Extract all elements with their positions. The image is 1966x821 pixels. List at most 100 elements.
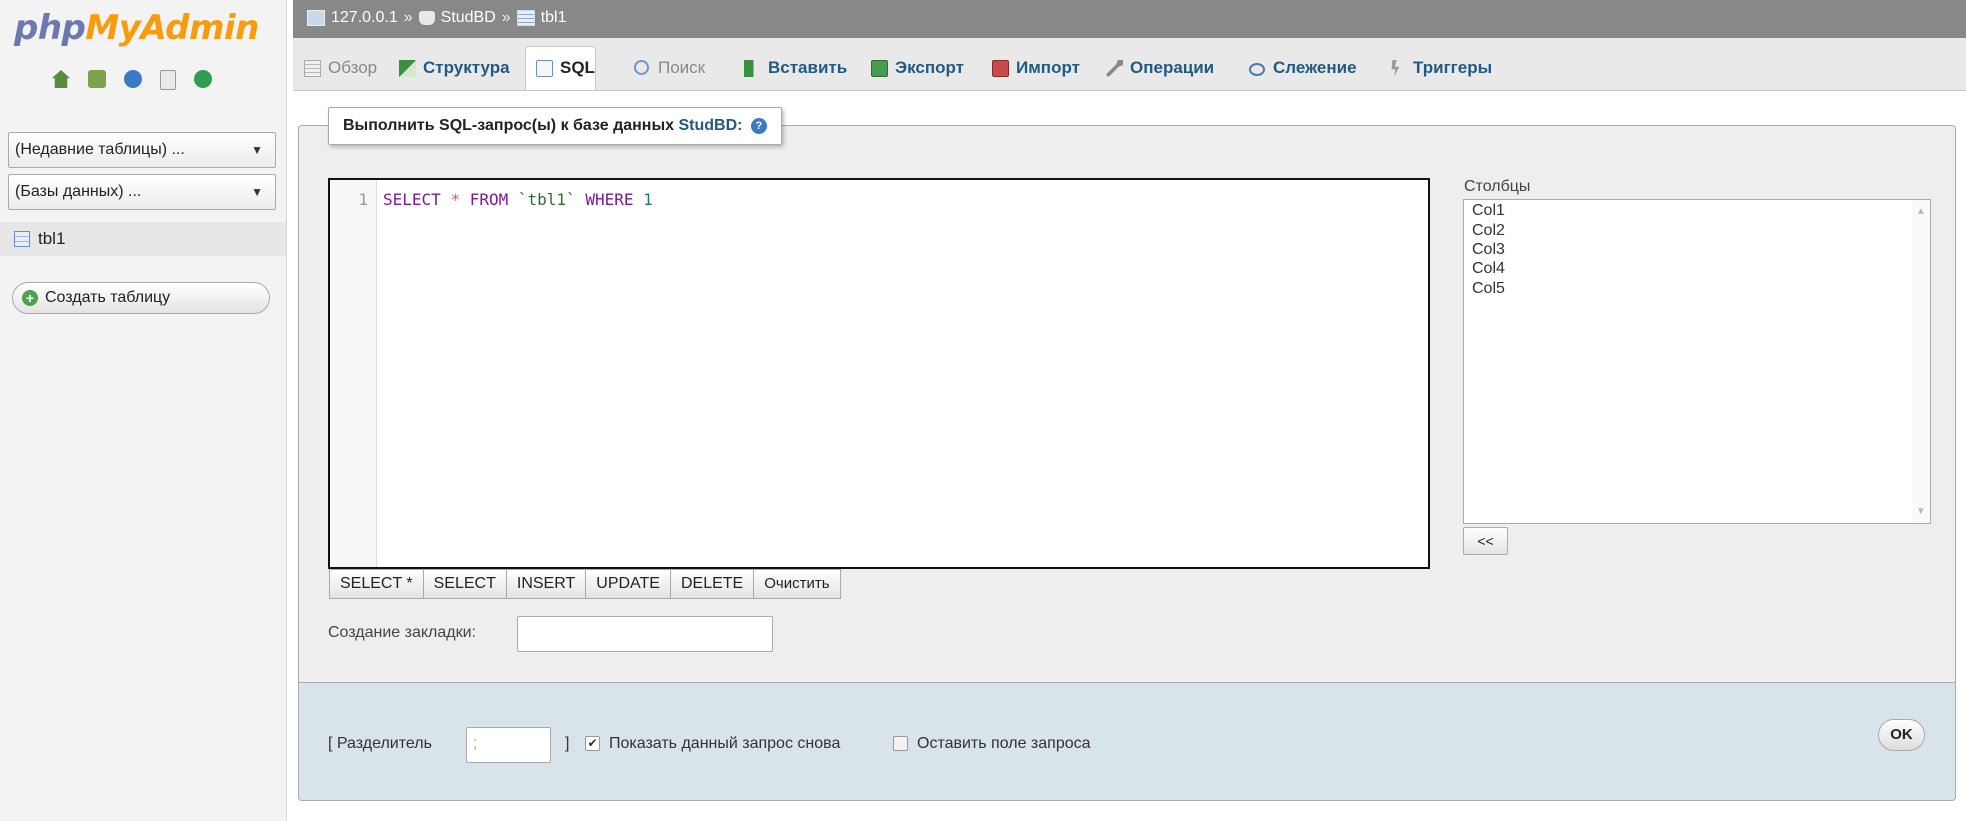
columns-list[interactable]: Col1 Col2 Col3 Col4 Col5 ▲ ▼ — [1463, 199, 1931, 524]
ok-button[interactable]: OK — [1878, 719, 1925, 751]
recent-tables-select[interactable]: (Недавние таблицы) ... ▼ — [8, 132, 276, 168]
insert-column-button[interactable]: << — [1463, 527, 1508, 555]
tab-search[interactable]: Поиск — [623, 46, 706, 89]
columns-scrollbar[interactable]: ▲ ▼ — [1912, 200, 1930, 523]
structure-icon — [399, 60, 416, 77]
scroll-down-icon[interactable]: ▼ — [1916, 506, 1926, 517]
select-button[interactable]: SELECT — [423, 569, 507, 599]
table-icon — [14, 231, 30, 247]
tab-tracking[interactable]: Слежение — [1238, 46, 1358, 89]
docs-icon[interactable] — [160, 70, 176, 90]
update-button[interactable]: UPDATE — [586, 569, 671, 599]
delete-button[interactable]: DELETE — [670, 569, 755, 599]
plus-icon: + — [22, 290, 38, 306]
legend-text: Выполнить SQL-запрос(ы) к базе данных — [343, 117, 675, 134]
tab-insert[interactable]: Вставить — [733, 46, 848, 89]
tab-insert-label: Вставить — [768, 58, 848, 77]
tab-browse-label: Обзор — [328, 58, 378, 77]
tab-browse[interactable]: Обзор — [293, 46, 378, 89]
nav-table-label: tbl1 — [38, 229, 66, 248]
create-table-label: Создать таблицу — [45, 289, 171, 306]
home-icon[interactable] — [52, 70, 70, 88]
show-query-checkbox[interactable]: ✔ — [585, 736, 600, 751]
tracking-icon — [1249, 63, 1265, 76]
tab-triggers-label: Триггеры — [1413, 58, 1493, 77]
tab-export-label: Экспорт — [895, 58, 964, 77]
column-option[interactable]: Col2 — [1472, 222, 1505, 240]
create-table-button[interactable]: + Создать таблицу — [12, 282, 270, 314]
dropdown-arrow-icon: ▼ — [251, 185, 263, 199]
tab-operations[interactable]: Операции — [1095, 46, 1215, 89]
sql-keyword-select: SELECT — [383, 190, 441, 209]
delimiter-bracket: ] — [565, 735, 570, 752]
keep-query-checkbox[interactable] — [893, 736, 908, 751]
phpmyadmin-logo[interactable]: phpMyAdmin — [14, 8, 259, 48]
search-icon — [634, 60, 649, 75]
help-icon[interactable]: ? — [750, 117, 767, 134]
bookmark-label: Создание закладки: — [328, 624, 476, 641]
databases-select-value: (Базы данных) ... — [15, 183, 142, 200]
breadcrumb-separator: » — [501, 9, 511, 26]
breadcrumb: 127.0.0.1 » StudBD » tbl1 — [293, 0, 1966, 38]
column-option[interactable]: Col3 — [1472, 241, 1505, 259]
insert-button[interactable]: INSERT — [506, 569, 587, 599]
delimiter-label: [ Разделитель — [328, 735, 432, 752]
logo-php: php — [14, 8, 86, 48]
tab-sql[interactable]: SQL — [525, 46, 596, 90]
clear-button[interactable]: Очистить — [754, 569, 841, 599]
export-icon — [871, 60, 888, 77]
server-icon — [307, 10, 325, 26]
tab-import-label: Импорт — [1016, 58, 1080, 77]
line-number: 1 — [358, 190, 368, 209]
exit-icon[interactable] — [88, 70, 106, 88]
tab-search-label: Поиск — [658, 58, 706, 77]
bookmark-input[interactable] — [517, 616, 773, 652]
help-icon[interactable] — [124, 70, 142, 88]
column-option[interactable]: Col4 — [1472, 260, 1505, 278]
tab-triggers[interactable]: Триггеры — [1378, 46, 1493, 89]
recent-tables-select-value: (Недавние таблицы) ... — [15, 141, 185, 158]
show-query-label[interactable]: Показать данный запрос снова — [609, 735, 840, 753]
databases-select[interactable]: (Базы данных) ... ▼ — [8, 174, 276, 210]
table-icon — [516, 10, 535, 26]
tab-export[interactable]: Экспорт — [860, 46, 965, 89]
line-number-gutter: 1 — [330, 180, 377, 567]
nav-icon-bar — [52, 70, 212, 90]
breadcrumb-server[interactable]: 127.0.0.1 — [331, 9, 398, 27]
breadcrumb-database[interactable]: StudBD — [441, 9, 496, 27]
tab-tracking-label: Слежение — [1273, 58, 1357, 77]
sql-star: * — [450, 190, 461, 209]
column-option[interactable]: Col1 — [1472, 202, 1505, 220]
sql-keyword-where: WHERE — [585, 190, 634, 209]
column-option[interactable]: Col5 — [1472, 280, 1505, 298]
sql-query-legend: Выполнить SQL-запрос(ы) к базе данных St… — [328, 107, 782, 145]
tab-operations-label: Операции — [1130, 58, 1215, 77]
nav-table-item[interactable]: tbl1 — [0, 222, 286, 256]
triggers-icon — [1391, 60, 1400, 77]
tab-sql-label: SQL — [560, 58, 595, 77]
breadcrumb-separator: » — [403, 9, 413, 26]
import-icon — [992, 60, 1009, 77]
logo-myadmin: MyAdmin — [85, 8, 259, 48]
keep-query-label[interactable]: Оставить поле запроса — [917, 735, 1091, 753]
sql-value: 1 — [643, 190, 653, 209]
legend-database: StudBD: — [678, 117, 743, 134]
reload-icon[interactable] — [194, 70, 212, 88]
tab-import[interactable]: Импорт — [981, 46, 1081, 89]
insert-icon — [744, 60, 761, 77]
select-star-button[interactable]: SELECT * — [329, 569, 424, 599]
browse-icon — [304, 60, 321, 77]
sql-code-line[interactable]: SELECT * FROM `tbl1` WHERE 1 — [383, 190, 653, 209]
breadcrumb-table[interactable]: tbl1 — [541, 9, 567, 27]
tab-structure-label: Структура — [423, 58, 510, 77]
delimiter-input[interactable]: ; — [466, 727, 551, 763]
database-icon — [418, 11, 435, 25]
sql-editor[interactable]: 1 SELECT * FROM `tbl1` WHERE 1 — [328, 178, 1430, 569]
tab-bar: Обзор Структура SQL Поиск Вставить Экспо… — [293, 38, 1966, 91]
query-button-group: SELECT * SELECT INSERT UPDATE DELETE Очи… — [329, 569, 841, 599]
sql-icon — [536, 60, 553, 77]
scroll-up-icon[interactable]: ▲ — [1916, 206, 1926, 217]
sql-table-name: `tbl1` — [517, 190, 576, 209]
tab-structure[interactable]: Структура — [388, 46, 511, 89]
columns-label: Столбцы — [1464, 178, 1531, 195]
